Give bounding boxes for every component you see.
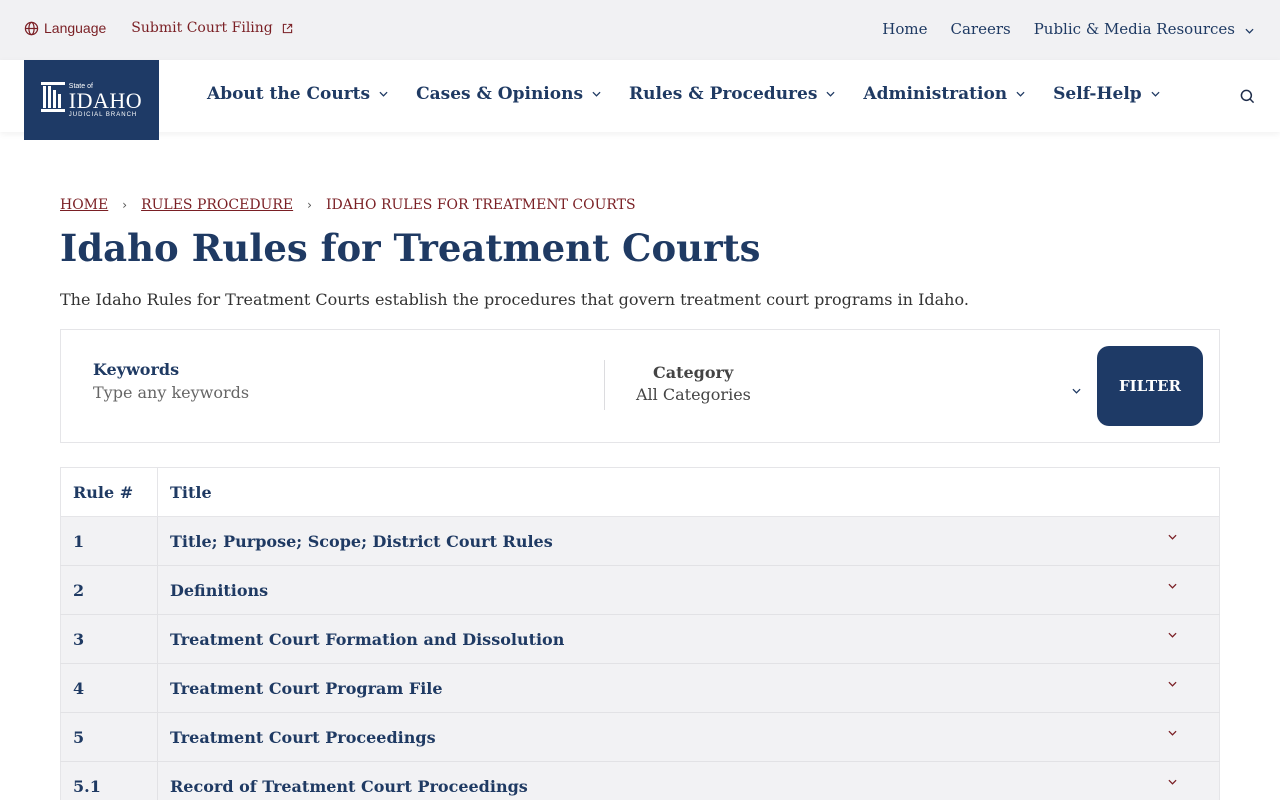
utility-right: Home Careers Public & Media Resources [882, 20, 1254, 38]
nav-cases-opinions-label: Cases & Opinions [416, 84, 584, 104]
nav-about-the-courts-label: About the Courts [207, 84, 371, 104]
chevron-right-icon: › [122, 198, 128, 212]
chevron-down-icon[interactable] [1168, 534, 1177, 540]
chevron-down-icon[interactable] [1168, 632, 1177, 638]
table-row[interactable]: 5 Treatment Court Proceedings [60, 712, 1220, 762]
column-header-rule-number: Rule # [60, 467, 158, 517]
filter-button[interactable]: FILTER [1097, 346, 1203, 426]
nav-administration[interactable]: Administration [863, 84, 1025, 104]
nav-self-help[interactable]: Self-Help [1053, 84, 1160, 104]
nav-about-the-courts[interactable]: About the Courts [207, 84, 388, 104]
rule-title-cell: Record of Treatment Court Proceedings [157, 761, 1220, 800]
nav-rules-procedures-label: Rules & Procedures [629, 84, 818, 104]
nav-administration-label: Administration [863, 84, 1008, 104]
courthouse-icon [40, 82, 65, 118]
chevron-down-icon[interactable] [1168, 681, 1177, 687]
nav-rules-procedures[interactable]: Rules & Procedures [629, 84, 835, 104]
chevron-down-icon [1016, 91, 1025, 97]
home-link[interactable]: Home [882, 20, 927, 38]
rule-title-cell: Treatment Court Formation and Dissolutio… [157, 614, 1220, 664]
rule-number: 1 [60, 516, 158, 566]
chevron-down-icon[interactable] [1168, 583, 1177, 589]
chevron-down-icon [1151, 91, 1160, 97]
chevron-down-icon [379, 91, 388, 97]
table-row[interactable]: 2 Definitions [60, 565, 1220, 615]
breadcrumb: HOME › RULES PROCEDURE › IDAHO RULES FOR… [60, 197, 636, 213]
rule-title: Definitions [170, 580, 269, 600]
chevron-down-icon [1245, 20, 1254, 38]
keywords-field: Keywords [93, 360, 573, 402]
page-title: Idaho Rules for Treatment Courts [60, 226, 761, 270]
rule-number: 2 [60, 565, 158, 615]
table-row[interactable]: 5.1 Record of Treatment Court Proceeding… [60, 761, 1220, 800]
chevron-right-icon: › [307, 198, 312, 212]
rule-title: Treatment Court Proceedings [170, 727, 436, 747]
rule-number: 4 [60, 663, 158, 713]
submit-court-filing-link[interactable]: Submit Court Filing [131, 20, 292, 36]
public-media-resources-label: Public & Media Resources [1033, 20, 1235, 38]
external-link-icon [282, 23, 293, 34]
rule-title-cell: Title; Purpose; Scope; District Court Ru… [157, 516, 1220, 566]
filter-divider [604, 360, 605, 410]
breadcrumb-home[interactable]: HOME [60, 197, 108, 213]
chevron-down-icon[interactable] [1168, 730, 1177, 736]
chevron-down-icon [592, 91, 601, 97]
main-header: State of IDAHO JUDICIAL BRANCH About the… [0, 60, 1280, 140]
table-row[interactable]: 3 Treatment Court Formation and Dissolut… [60, 614, 1220, 664]
logo-idaho-text: IDAHO [68, 87, 143, 113]
chevron-down-icon[interactable] [1168, 779, 1177, 785]
utility-bar: Language Submit Court Filing Home Career… [0, 0, 1280, 60]
rule-title-cell: Treatment Court Program File [157, 663, 1220, 713]
rule-number: 3 [60, 614, 158, 664]
filter-panel: Keywords Category All Categories FILTER [60, 329, 1220, 443]
breadcrumb-current: IDAHO RULES FOR TREATMENT COURTS [325, 197, 636, 213]
public-media-resources-menu[interactable]: Public & Media Resources [1034, 20, 1254, 38]
language-label: Language [44, 20, 107, 36]
rule-number: 5 [60, 712, 158, 762]
utility-left: Language Submit Court Filing [24, 20, 293, 36]
table-row[interactable]: 1 Title; Purpose; Scope; District Court … [60, 516, 1220, 566]
rule-title-cell: Definitions [157, 565, 1220, 615]
table-row[interactable]: 4 Treatment Court Program File [60, 663, 1220, 713]
language-link[interactable]: Language [24, 20, 106, 36]
idaho-judicial-branch-logo[interactable]: State of IDAHO JUDICIAL BRANCH [24, 60, 159, 140]
table-header-row: Rule # Title [60, 467, 1220, 517]
rules-table: Rule # Title 1 Title; Purpose; Scope; Di… [60, 467, 1220, 800]
chevron-down-icon [826, 91, 835, 97]
page-intro: The Idaho Rules for Treatment Courts est… [60, 290, 969, 309]
main-nav: About the Courts Cases & Opinions Rules … [207, 84, 1160, 104]
keywords-label: Keywords [93, 360, 180, 379]
submit-court-filing-label: Submit Court Filing [131, 20, 273, 36]
rule-title: Record of Treatment Court Proceedings [170, 776, 528, 796]
globe-icon [24, 21, 39, 36]
nav-cases-opinions[interactable]: Cases & Opinions [416, 84, 601, 104]
rule-title: Title; Purpose; Scope; District Court Ru… [170, 531, 553, 551]
rule-title: Treatment Court Program File [170, 678, 443, 698]
breadcrumb-rules-procedure[interactable]: RULES PROCEDURE [141, 197, 293, 213]
logo-branch-text: JUDICIAL BRANCH [68, 111, 138, 118]
category-label: Category [653, 363, 734, 382]
nav-self-help-label: Self-Help [1053, 84, 1142, 104]
rule-title: Treatment Court Formation and Dissolutio… [170, 629, 565, 649]
rule-title-cell: Treatment Court Proceedings [157, 712, 1220, 762]
chevron-down-icon [1072, 379, 1081, 398]
search-icon [1240, 89, 1255, 104]
rule-number: 5.1 [60, 761, 158, 800]
keywords-input[interactable] [93, 383, 573, 402]
search-button[interactable] [1240, 89, 1255, 108]
careers-link[interactable]: Careers [950, 20, 1010, 38]
category-select[interactable]: Category All Categories [636, 363, 1081, 413]
column-header-title: Title [157, 467, 1220, 517]
category-value: All Categories [636, 385, 751, 404]
